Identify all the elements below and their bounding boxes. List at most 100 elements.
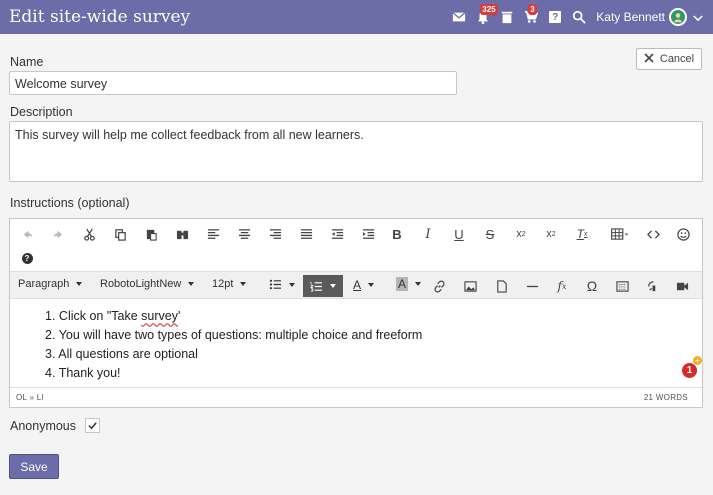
- help-icon[interactable]: ?: [544, 6, 566, 28]
- list-item: 2. You will have two types of questions:…: [45, 326, 702, 345]
- caret-down-icon: [188, 282, 195, 286]
- search-icon[interactable]: [568, 6, 590, 28]
- clear-formatting-icon[interactable]: Tx: [571, 224, 593, 244]
- font-size-select-label: 12pt: [212, 278, 234, 290]
- list-item-number: 2.: [45, 328, 56, 342]
- image-icon[interactable]: [459, 276, 481, 296]
- caret-down-icon: [289, 282, 295, 287]
- list-item-text-end: ': [178, 309, 181, 323]
- cart-icon[interactable]: 3: [520, 4, 542, 28]
- top-bar: Edit site-wide survey 325 3 ? Katy Benne…: [0, 0, 713, 34]
- caret-down-icon: [240, 282, 247, 286]
- help-icon[interactable]: ?: [16, 248, 38, 268]
- list-item-text: Thank you!: [58, 366, 121, 380]
- caret-down-icon: [368, 283, 375, 287]
- source-code-icon[interactable]: [642, 224, 664, 244]
- instructions-label: Instructions (optional): [10, 196, 130, 210]
- list-item-number: 3.: [45, 347, 56, 361]
- anonymous-label: Anonymous: [10, 419, 77, 433]
- editor-toolbar-row-1: B I U S x2 x2 Tx ?: [10, 219, 702, 269]
- italic-icon[interactable]: I: [417, 224, 439, 244]
- editor-toolbar-row-2: Paragraph RobotoLightNew 12pt A A fx Ω: [10, 271, 702, 299]
- strikethrough-icon[interactable]: S: [479, 224, 501, 244]
- indent-icon[interactable]: [357, 224, 379, 244]
- rich-text-editor: B I U S x2 x2 Tx ? Paragraph RobotoLight…: [9, 218, 703, 408]
- avatar[interactable]: [669, 8, 687, 26]
- font-family-select[interactable]: RobotoLightNew: [100, 278, 195, 290]
- bullet-list-icon: [269, 279, 281, 290]
- list-item: 3. All questions are optional: [45, 345, 702, 364]
- subscript-icon[interactable]: x2: [510, 224, 532, 244]
- trash-icon[interactable]: [496, 6, 518, 28]
- list-item-number: 1.: [45, 309, 56, 323]
- find-replace-icon[interactable]: [171, 224, 193, 244]
- numbered-list-icon: [310, 281, 323, 291]
- paste-icon[interactable]: [140, 224, 162, 244]
- list-item-text: You will have two types of questions: mu…: [58, 328, 423, 342]
- editor-content-area[interactable]: 1. Click on "Take survey' 2. You will ha…: [10, 301, 702, 385]
- undo-icon[interactable]: [16, 224, 38, 244]
- superscript-icon[interactable]: x2: [540, 224, 562, 244]
- align-center-icon[interactable]: [233, 224, 255, 244]
- element-path: OL » LI: [16, 393, 45, 402]
- notifications-bell-icon[interactable]: 325: [472, 4, 498, 28]
- editor-help-label: ?: [21, 252, 33, 264]
- bold-icon[interactable]: B: [386, 224, 408, 244]
- align-justify-icon[interactable]: [295, 224, 317, 244]
- page-title: Edit site-wide survey: [9, 7, 191, 27]
- description-label: Description: [10, 105, 73, 119]
- font-size-select[interactable]: 12pt: [212, 278, 247, 290]
- formula-icon[interactable]: fx: [551, 276, 573, 296]
- close-icon: [644, 52, 654, 66]
- align-left-icon[interactable]: [202, 224, 224, 244]
- copy-icon[interactable]: [109, 224, 131, 244]
- help-label: ?: [549, 11, 562, 23]
- document-icon[interactable]: [490, 276, 512, 296]
- align-right-icon[interactable]: [264, 224, 286, 244]
- text-color-dropdown[interactable]: A: [353, 278, 375, 292]
- background-color-dropdown[interactable]: A: [396, 277, 422, 291]
- cancel-button[interactable]: Cancel: [636, 48, 702, 70]
- mail-icon[interactable]: [448, 6, 470, 28]
- plus-icon: +: [693, 356, 702, 365]
- word-count: 21 WORDS: [643, 393, 688, 402]
- accessibility-icon[interactable]: [641, 276, 663, 296]
- list-item: 4. Thank you!: [45, 364, 702, 383]
- notifications-badge: 325: [480, 4, 498, 15]
- outdent-icon[interactable]: [326, 224, 348, 244]
- caret-down-icon: [329, 284, 336, 288]
- special-character-icon[interactable]: Ω: [581, 276, 603, 296]
- horizontal-rule-icon[interactable]: [521, 276, 543, 296]
- background-color-icon: A: [396, 277, 409, 291]
- link-icon[interactable]: [428, 276, 450, 296]
- caret-down-icon: [415, 282, 422, 286]
- numbered-list-dropdown[interactable]: [303, 275, 343, 297]
- save-button[interactable]: Save: [9, 454, 59, 479]
- table-icon[interactable]: [605, 224, 635, 244]
- list-item-text: All questions are optional: [58, 347, 198, 361]
- spellcheck-word[interactable]: survey: [141, 309, 178, 323]
- cancel-label: Cancel: [659, 53, 695, 65]
- paragraph-select[interactable]: Paragraph: [18, 278, 83, 290]
- bullet-list-dropdown[interactable]: [269, 279, 295, 290]
- list-item: 1. Click on "Take survey': [45, 307, 702, 326]
- underline-icon[interactable]: U: [448, 224, 470, 244]
- redo-icon[interactable]: [47, 224, 69, 244]
- name-input[interactable]: Welcome survey: [9, 71, 457, 95]
- list-item-text: Click on "Take: [58, 309, 142, 323]
- editor-status-bar: OL » LI 21 WORDS: [10, 387, 702, 407]
- video-icon[interactable]: [671, 276, 693, 296]
- font-family-select-label: RobotoLightNew: [100, 278, 182, 290]
- cut-icon[interactable]: [78, 224, 100, 244]
- anonymous-checkbox[interactable]: [85, 418, 100, 433]
- chevron-down-icon[interactable]: [693, 10, 703, 25]
- checkmark-icon: [88, 422, 97, 430]
- cart-badge: 3: [528, 4, 537, 15]
- description-textarea[interactable]: This survey will help me collect feedbac…: [9, 121, 703, 182]
- emoji-icon[interactable]: [672, 224, 694, 244]
- text-color-icon: A: [353, 278, 362, 292]
- user-name[interactable]: Katy Bennett: [596, 10, 665, 24]
- keyboard-icon[interactable]: [611, 276, 633, 296]
- name-label: Name: [10, 55, 44, 69]
- paragraph-select-label: Paragraph: [18, 278, 70, 290]
